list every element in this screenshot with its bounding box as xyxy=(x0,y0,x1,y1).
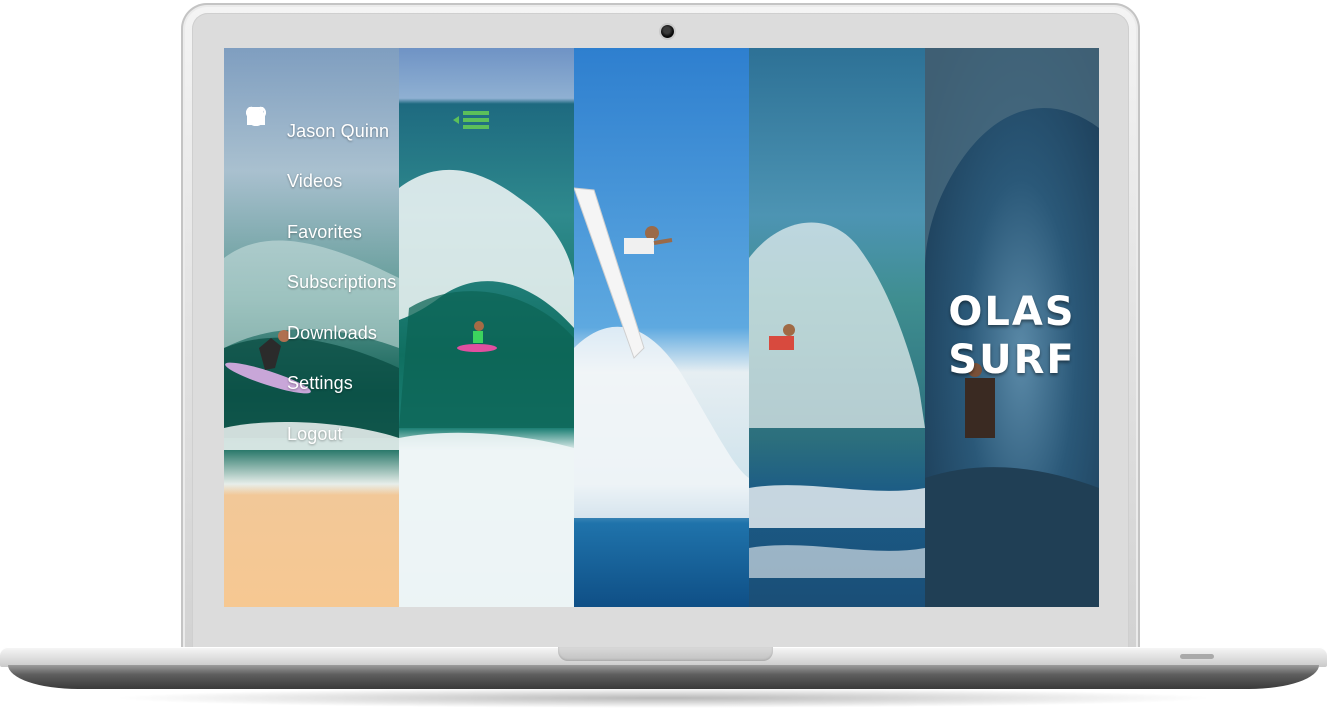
panel-beach: Jason Quinn Videos Favorites Subscriptio… xyxy=(224,48,399,607)
menu-item-downloads[interactable]: Downloads xyxy=(246,107,399,359)
aerial-surfer-photo xyxy=(574,48,749,607)
side-menu: Jason Quinn Videos Favorites Subscriptio… xyxy=(246,106,399,460)
menu-item-favorites[interactable]: Favorites xyxy=(246,106,399,258)
menu-item-label: Downloads xyxy=(287,322,377,343)
power-icon xyxy=(246,107,266,444)
panel-barrel-wave xyxy=(399,48,574,607)
panel-tube-logo: OLAS SURF xyxy=(925,48,1099,607)
menu-item-subscriptions[interactable]: Subscriptions xyxy=(246,108,399,309)
brand-logo: OLAS SURF xyxy=(925,288,1099,384)
menu-item-label: Jason Quinn xyxy=(287,120,390,141)
sliders-icon xyxy=(246,107,266,394)
menu-item-label: Logout xyxy=(287,423,343,444)
menu-item-settings[interactable]: Settings xyxy=(246,107,399,410)
menu-item-label: Videos xyxy=(287,171,343,192)
heart-icon xyxy=(246,106,266,242)
menu-item-label: Subscriptions xyxy=(287,272,397,293)
menu-item-videos[interactable]: Videos xyxy=(246,108,399,208)
panel-spray-wave xyxy=(749,48,925,607)
menu-item-profile[interactable]: Jason Quinn xyxy=(246,106,399,157)
spray-wave-photo xyxy=(749,48,925,607)
webcam xyxy=(661,25,674,38)
laptop-bottom-edge xyxy=(8,665,1319,689)
logo-line-2: SURF xyxy=(948,337,1076,383)
laptop-shadow xyxy=(110,688,1217,708)
panel-aerial-surfer xyxy=(574,48,749,607)
menu-item-label: Settings xyxy=(287,373,353,394)
menu-item-label: Favorites xyxy=(287,221,362,242)
download-tray-icon xyxy=(246,107,266,343)
hamburger-menu-icon xyxy=(453,111,489,129)
laptop-indicator-light xyxy=(1180,654,1214,659)
menu-toggle-button[interactable] xyxy=(451,108,491,132)
megaphone-icon xyxy=(246,108,266,293)
laptop-lid-notch xyxy=(558,647,773,661)
app-screen: Jason Quinn Videos Favorites Subscriptio… xyxy=(224,48,1099,607)
video-camera-icon xyxy=(246,108,266,192)
logo-line-1: OLAS xyxy=(948,289,1076,335)
menu-item-logout[interactable]: Logout xyxy=(246,107,399,460)
